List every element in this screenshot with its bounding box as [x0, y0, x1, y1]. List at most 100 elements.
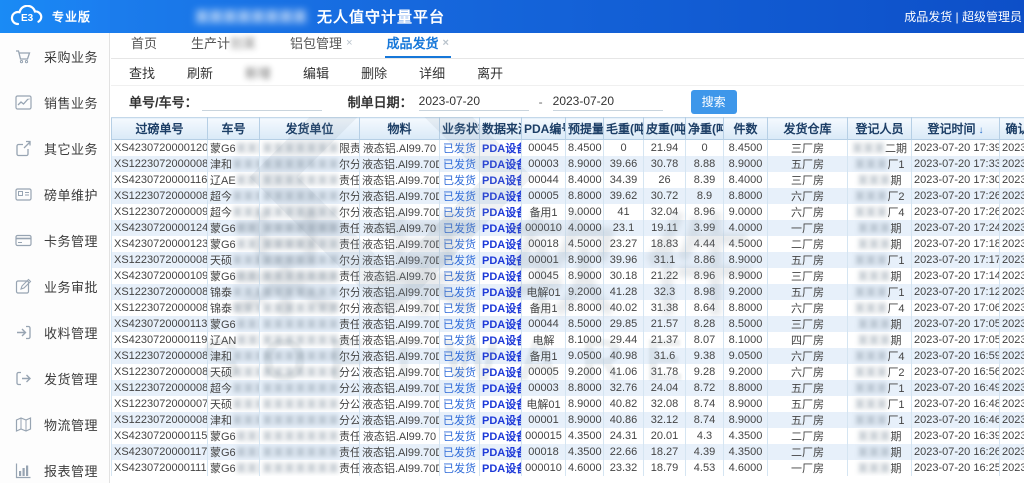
table-row[interactable]: XS12230720000082锦泰某某某某某某某某某某尔分公司液态铝.Al99… [112, 300, 1024, 316]
tab-product-delivery[interactable]: 成品发货 × [385, 29, 451, 58]
cell-tare: 30.78 [644, 156, 686, 172]
tab-home[interactable]: 首页 [129, 29, 159, 58]
cell-status: 已发货 [440, 284, 480, 300]
column-header-1[interactable]: 车号 [208, 118, 260, 140]
table-row[interactable]: XS4230720000116辽AE某某某某某某某某某某责任公司液态铝.Al99… [112, 172, 1024, 188]
cell-warehouse: 一厂房 [768, 460, 848, 476]
table-row[interactable]: XS4230720000113蒙G6某某某某某某某某某某责任公司液态铝.Al99… [112, 316, 1024, 332]
column-header-5[interactable]: 数据来源 [480, 118, 522, 140]
tab-production-plan[interactable]: 生产计划某 [189, 29, 258, 58]
table-row[interactable]: XS4230720000115蒙G6某某某某某某某某某某责任公司液态铝.Al99… [112, 428, 1024, 444]
cell-status: 已发货 [440, 380, 480, 396]
close-icon[interactable]: × [346, 37, 352, 49]
cell-source: PDA设备 [480, 284, 522, 300]
close-icon[interactable]: × [443, 37, 449, 49]
table-row[interactable]: XS12230720000085超今某某某某某某某某某某分公司液态铝.Al99.… [112, 380, 1024, 396]
cell-net: 8.72 [686, 380, 724, 396]
cell-gross: 34.39 [604, 172, 644, 188]
column-header-6[interactable]: PDA编号 [522, 118, 566, 140]
sidebar-item-purchase[interactable]: 采购业务 [0, 33, 109, 79]
cell-pda: 00005 [522, 364, 566, 380]
column-header-7[interactable]: 预提量(吨) [566, 118, 604, 140]
cell-pda: 000010 [522, 460, 566, 476]
cell-time: 2023-07-20 17:26 [912, 188, 1000, 204]
cell-pre: 8.8000 [566, 300, 604, 316]
add-button-blurred[interactable]: 新增 [245, 63, 271, 82]
sidebar-item-receive[interactable]: 收料管理 [0, 309, 109, 355]
column-header-4[interactable]: 业务状态 [440, 118, 480, 140]
sidebar-item-approval[interactable]: 业务审批 [0, 263, 109, 309]
table-row[interactable]: XS12230720000080天硕某某某某某某某某某某尔分公司液态铝.Al99… [112, 252, 1024, 268]
cell-time: 2023-07-20 16:59 [912, 348, 1000, 364]
detail-button[interactable]: 详细 [419, 63, 445, 82]
cell-pre: 4.5000 [566, 236, 604, 252]
cell-pieces: 9.0500 [724, 348, 768, 364]
table-row[interactable]: XS12230720000087津和某某某某某某某某某某尔分公司液态铝.Al99… [112, 348, 1024, 364]
table-row[interactable]: XS12230720000079天硕某某某某某某某某某某分公司液态铝.Al99.… [112, 396, 1024, 412]
cell-source: PDA设备 [480, 460, 522, 476]
sort-desc-icon[interactable]: ↓ [979, 125, 984, 136]
column-header-12[interactable]: 发货仓库 [768, 118, 848, 140]
user-info[interactable]: 成品发货 | 超级管理员 [904, 0, 1022, 33]
order-no-input[interactable] [202, 93, 322, 111]
sidebar-item-reports[interactable]: 报表管理 [0, 447, 109, 483]
refresh-button[interactable]: 刷新 [187, 63, 213, 82]
table-row[interactable]: XS12230720000090超今某某某某某某某某某某尔分公司液态铝.Al99… [112, 204, 1024, 220]
tab-alu-package[interactable]: 铝包管理 × [288, 29, 354, 58]
table-row[interactable]: XS4230720000111蒙G6某某某某某某某某某某责任公司液态铝.Al99… [112, 460, 1024, 476]
cell-pre: 9.0500 [566, 348, 604, 364]
leave-button[interactable]: 离开 [477, 63, 503, 82]
edition-label: 专业版 [52, 8, 91, 25]
sidebar-item-logistics[interactable]: 物流管理 [0, 401, 109, 447]
find-button[interactable]: 查找 [129, 63, 155, 82]
column-header-14[interactable]: 登记时间↓ [912, 118, 1000, 140]
column-header-0[interactable]: 过磅单号 [112, 118, 208, 140]
cell-pre: 8.5000 [566, 316, 604, 332]
table-row[interactable]: XS4230720000124蒙G6某某某某某某某某某某责任公司液态铝.Al99… [112, 220, 1024, 236]
table-row[interactable]: XS12230720000084津和某某某某某某某某某某分公司液态铝.Al99.… [112, 412, 1024, 428]
table-row[interactable]: XS4230720000119辽AN某某某某某某某某某某责任公司液态铝.Al99… [112, 332, 1024, 348]
table-row[interactable]: XS4230720000123蒙G6某某某某某某某某某某责任公司液态铝.Al99… [112, 236, 1024, 252]
cell-plate: 蒙G6某某某 [208, 140, 260, 157]
column-header-3[interactable]: 物料 [360, 118, 440, 140]
column-header-13[interactable]: 登记人员 [848, 118, 912, 140]
cell-gross: 32.76 [604, 380, 644, 396]
date-to-input[interactable] [553, 93, 663, 111]
table-row[interactable]: XS12230720000089津和某某某某某某某某某某尔分公司液态铝.Al99… [112, 156, 1024, 172]
table-row[interactable]: XS4230720000120蒙G6某某某某某某某某某某限责任公司液态铝.Al9… [112, 140, 1024, 157]
cell-pieces: 8.8000 [724, 188, 768, 204]
edit-button[interactable]: 编辑 [303, 63, 329, 82]
column-header-10[interactable]: 净重(吨) [686, 118, 724, 140]
table-row[interactable]: XS12230720000088超今某某某某某某某某某某尔分公司液态铝.Al99… [112, 188, 1024, 204]
cell-time: 2023-07-20 17:33 [912, 156, 1000, 172]
table-row[interactable]: XS12230720000086锦泰某某某某某某某某某某尔分公司液态铝.Al99… [112, 284, 1024, 300]
sidebar-item-sales[interactable]: 销售业务 [0, 79, 109, 125]
column-header-11[interactable]: 件数 [724, 118, 768, 140]
table-row[interactable]: XS12230720000083天硕某某某某某某某某某某分公司液态铝.Al99.… [112, 364, 1024, 380]
cell-plate: 天硕某某某 [208, 252, 260, 268]
cell-status: 已发货 [440, 428, 480, 444]
cell-warehouse: 三厂房 [768, 140, 848, 157]
cell-pda: 电解01 [522, 396, 566, 412]
sidebar-item-card[interactable]: 卡务管理 [0, 217, 109, 263]
cell-gross: 39.96 [604, 252, 644, 268]
cell-time: 2023-07-20 16:46 [912, 412, 1000, 428]
table-row[interactable]: XS4230720000109蒙G6某某某某某某某某某某责任公司液态铝.Al99… [112, 268, 1024, 284]
table-row[interactable]: XS4230720000117蒙G6某某某某某某某某某某责任公司液态铝.Al99… [112, 444, 1024, 460]
action-toolbar: 查找 刷新 新增 编辑 删除 详细 离开 [111, 59, 1024, 86]
cell-pda: 备用1 [522, 300, 566, 316]
search-button[interactable]: 搜索 [691, 90, 737, 114]
column-header-15[interactable]: 确认时间 [1000, 118, 1024, 140]
column-header-8[interactable]: 毛重(吨) [604, 118, 644, 140]
cell-gross: 0 [604, 140, 644, 157]
sidebar-item-delivery[interactable]: 发货管理 [0, 355, 109, 401]
sidebar-item-weighbill[interactable]: 磅单维护 [0, 171, 109, 217]
sidebar-item-label: 磅单维护 [44, 185, 98, 204]
column-header-2[interactable]: 发货单位 [260, 118, 360, 140]
cell-status: 已发货 [440, 348, 480, 364]
sidebar-item-other[interactable]: 其它业务 [0, 125, 109, 171]
delete-button[interactable]: 删除 [361, 63, 387, 82]
column-header-9[interactable]: 皮重(吨) [644, 118, 686, 140]
date-from-input[interactable] [419, 93, 529, 111]
cell-time: 2023-07-20 16:56 [912, 364, 1000, 380]
